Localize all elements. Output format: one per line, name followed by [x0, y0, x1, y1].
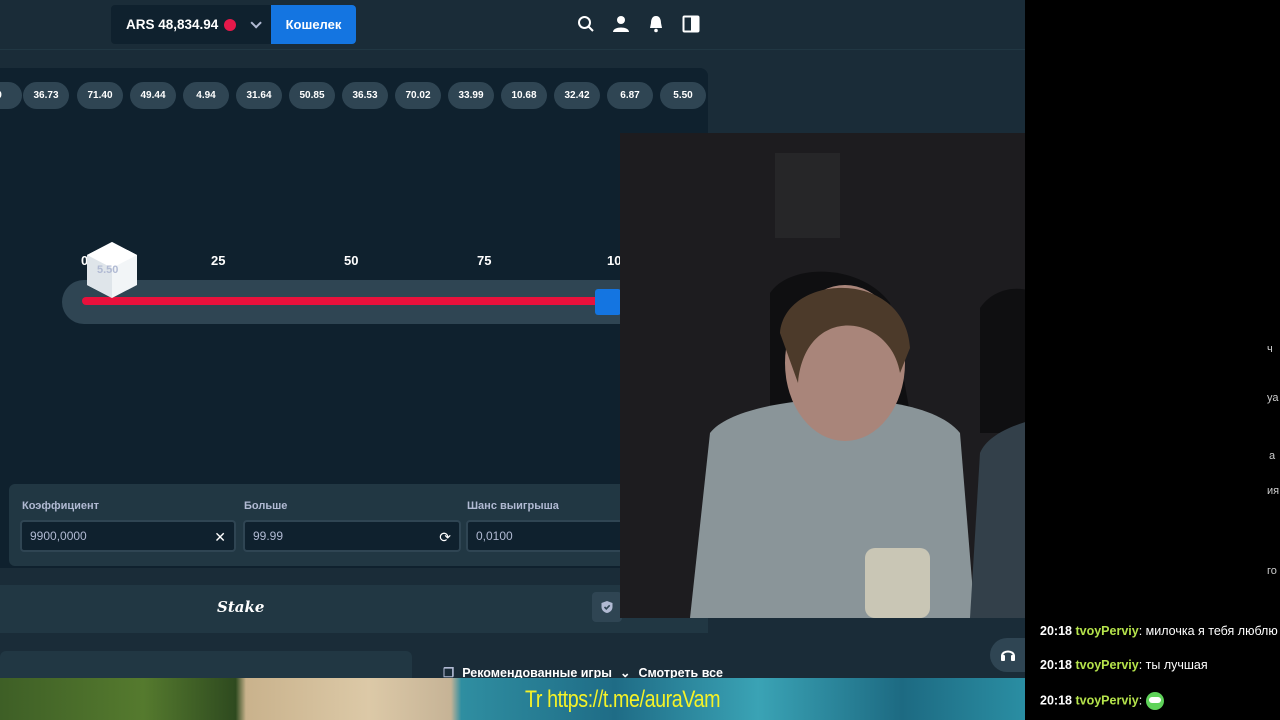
result-chip: 50.85	[289, 82, 335, 109]
result-chip: 4.94	[183, 82, 229, 109]
wallet-button[interactable]: Кошелек	[271, 5, 356, 44]
clear-icon[interactable]: ✕	[214, 529, 226, 546]
chat-message: 20:18 tvoyPerviy: милочка я тебя люблю	[1040, 624, 1278, 638]
result-chip: 32.42	[554, 82, 600, 109]
chat-edge-fragment: уа	[1267, 392, 1279, 404]
slider-tick-25: 25	[211, 253, 226, 268]
result-chip: 71.40	[77, 82, 123, 109]
banner-link-text: Tr https://t.me/auraVam	[525, 686, 721, 713]
balance-selector[interactable]: ARS 48,834.94	[111, 5, 271, 44]
chat-time: 20:18	[1040, 693, 1072, 708]
slider-tick-50: 50	[344, 253, 359, 268]
support-button[interactable]	[990, 638, 1026, 672]
headset-icon	[1001, 650, 1015, 661]
fairness-button[interactable]	[592, 592, 622, 622]
top-bar: ARS 48,834.94 Кошелек	[0, 0, 1025, 50]
result-chip: 6.87	[607, 82, 653, 109]
over-value: 99.99	[253, 529, 284, 543]
result-chip: 70.02	[395, 82, 441, 109]
chat-panel: ч уа а ия го	[1025, 0, 1280, 720]
result-chip: 31.64	[236, 82, 282, 109]
chat-user[interactable]: tvoyPerviy	[1075, 624, 1138, 638]
result-chip: 36.53	[342, 82, 388, 109]
search-icon[interactable]	[577, 15, 595, 33]
chat-edge-fragment: го	[1267, 565, 1277, 577]
chat-text: милочка я тебя люблю	[1145, 624, 1278, 638]
chat-time: 20:18	[1040, 658, 1072, 672]
chat-edge-fragment: а	[1269, 450, 1276, 462]
chat-time: 20:18	[1040, 624, 1072, 638]
multiplier-input[interactable]: 9900,0000 ✕	[20, 520, 236, 552]
result-chip: 36.73	[23, 82, 69, 109]
chat-edge-fragment: ч	[1267, 343, 1273, 355]
currency-gem-icon	[224, 18, 237, 31]
chance-label: Шанс выигрыша	[467, 500, 559, 512]
slider-track[interactable]	[82, 297, 602, 305]
multiplier-label: Коэффициент	[22, 500, 100, 512]
shield-check-icon	[601, 601, 613, 613]
chance-input[interactable]: 0,0100	[466, 520, 626, 552]
sidebar-toggle-icon[interactable]	[682, 15, 700, 33]
chat-user[interactable]: tvoyPerviy	[1075, 658, 1138, 672]
result-chip: 5.50	[660, 82, 706, 109]
result-chip: 49.44	[130, 82, 176, 109]
multiplier-value: 9900,0000	[30, 529, 87, 543]
chat-edge-fragment: ия	[1267, 485, 1280, 497]
chat-message: 20:18 tvoyPerviy:	[1040, 692, 1164, 710]
dice-value: 5.50	[97, 264, 119, 276]
swap-icon[interactable]: ⟳	[439, 529, 451, 546]
previous-results: 0 36.73 71.40 49.44 4.94 31.64 50.85 36.…	[0, 82, 708, 110]
result-chip: 10.68	[501, 82, 547, 109]
wall-picture	[775, 153, 840, 238]
chance-value: 0,0100	[476, 529, 513, 543]
over-label: Больше	[244, 500, 288, 512]
alien-emote-icon	[1145, 692, 1164, 710]
chat-user[interactable]: tvoyPerviy	[1075, 693, 1138, 707]
chat-message: 20:18 tvoyPerviy: ты лучшая	[1040, 658, 1208, 672]
result-chip: 33.99	[448, 82, 494, 109]
over-input[interactable]: 99.99 ⟳	[243, 520, 461, 552]
stream-banner	[0, 678, 1025, 720]
balance-amount: ARS 48,834.94	[126, 17, 219, 32]
slider-tick-75: 75	[477, 253, 492, 268]
chat-text: ты лучшая	[1145, 658, 1208, 672]
slider-handle[interactable]	[595, 289, 621, 315]
stake-logo: Stake	[217, 598, 265, 616]
user-icon[interactable]	[612, 15, 630, 33]
bell-icon[interactable]	[647, 15, 665, 33]
result-chip: 0	[0, 82, 22, 109]
chevron-down-icon	[250, 16, 263, 29]
